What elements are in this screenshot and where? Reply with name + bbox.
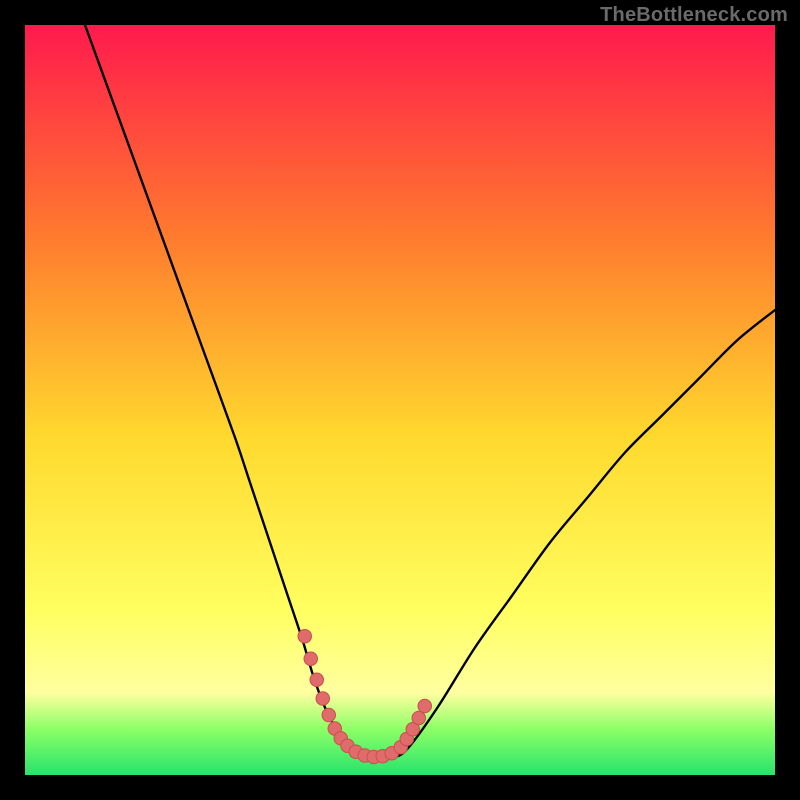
chart-frame: TheBottleneck.com bbox=[0, 0, 800, 800]
curve-dot bbox=[304, 652, 318, 666]
chart-svg bbox=[25, 25, 775, 775]
plot-area bbox=[25, 25, 775, 775]
curve-dot bbox=[310, 673, 324, 687]
curve-dot bbox=[298, 630, 312, 644]
curve-dot bbox=[412, 711, 426, 725]
watermark-text: TheBottleneck.com bbox=[600, 4, 788, 27]
curve-dot bbox=[322, 708, 336, 722]
curve-dot bbox=[316, 692, 330, 706]
curve-dot bbox=[418, 699, 432, 713]
gradient-fill bbox=[25, 25, 775, 775]
